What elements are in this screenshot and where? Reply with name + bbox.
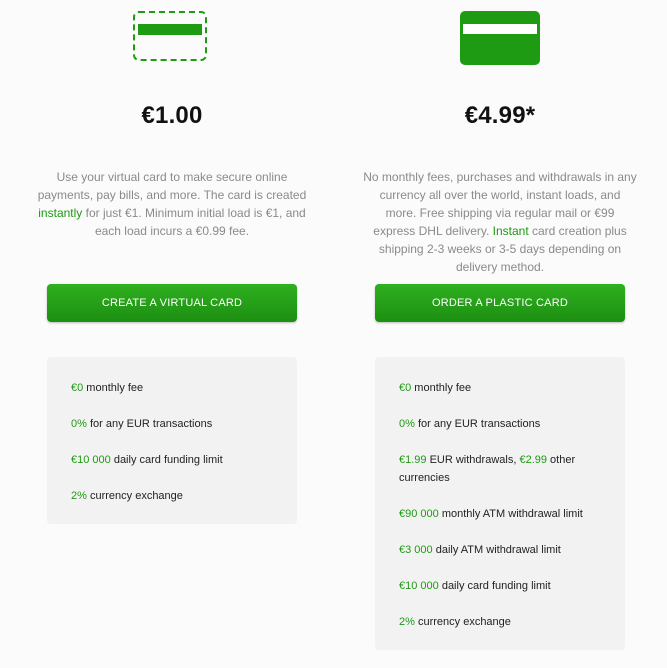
order-plastic-card-button[interactable]: ORDER A PLASTIC CARD — [375, 284, 625, 322]
feature-text: EUR withdrawals, — [426, 454, 520, 466]
plastic-card-features: €0 monthly fee 0% for any EUR transactio… — [375, 357, 625, 650]
virtual-card-price: €1.00 — [141, 102, 203, 129]
feature-item: 0% for any EUR transactions — [399, 415, 601, 433]
feature-value: €10 000 — [71, 454, 111, 466]
plastic-card-column: €4.99* No monthly fees, purchases and wi… — [363, 0, 637, 650]
create-virtual-card-button[interactable]: CREATE A VIRTUAL CARD — [47, 284, 297, 322]
card-stripe — [138, 24, 202, 35]
feature-text: for any EUR transactions — [86, 418, 213, 430]
feature-text: daily card funding limit — [110, 454, 223, 466]
feature-value: €2.99 — [519, 454, 547, 466]
virtual-card-icon — [133, 11, 207, 61]
feature-text: daily card funding limit — [438, 580, 551, 592]
description-text: Use your virtual card to make secure onl… — [37, 170, 307, 202]
feature-text: for any EUR transactions — [414, 418, 541, 430]
feature-value: €0 — [71, 382, 84, 394]
feature-text: daily ATM withdrawal limit — [432, 544, 561, 556]
feature-text: currency exchange — [414, 616, 511, 628]
virtual-card-features: €0 monthly fee 0% for any EUR transactio… — [47, 357, 297, 524]
virtual-card-column: €1.00 Use your virtual card to make secu… — [38, 0, 306, 524]
feature-text: currency exchange — [86, 490, 183, 502]
description-highlight: Instant — [492, 224, 529, 238]
feature-value: €90 000 — [399, 508, 439, 520]
feature-text: monthly fee — [411, 382, 472, 394]
feature-item: €1.99 EUR withdrawals, €2.99 other curre… — [399, 451, 601, 487]
description-highlight: instantly — [38, 206, 83, 220]
virtual-card-description: Use your virtual card to make secure onl… — [35, 168, 309, 240]
feature-value: 0% — [399, 418, 415, 430]
feature-item: €3 000 daily ATM withdrawal limit — [399, 541, 601, 559]
feature-item: €10 000 daily card funding limit — [71, 451, 273, 469]
feature-item: 0% for any EUR transactions — [71, 415, 273, 433]
plastic-card-icon — [460, 11, 540, 65]
feature-value: 0% — [71, 418, 87, 430]
feature-text: monthly fee — [83, 382, 144, 394]
feature-item: €10 000 daily card funding limit — [399, 577, 601, 595]
feature-value: €3 000 — [399, 544, 433, 556]
card-stripe — [463, 24, 537, 34]
feature-item: €0 monthly fee — [71, 379, 273, 397]
feature-item: 2% currency exchange — [71, 487, 273, 505]
feature-value: 2% — [399, 616, 415, 628]
feature-item: 2% currency exchange — [399, 613, 601, 631]
plastic-card-description: No monthly fees, purchases and withdrawa… — [363, 168, 637, 276]
plastic-card-price: €4.99* — [464, 102, 536, 129]
feature-value: €1.99 — [399, 454, 427, 466]
feature-item: €0 monthly fee — [399, 379, 601, 397]
feature-value: €10 000 — [399, 580, 439, 592]
feature-item: €90 000 monthly ATM withdrawal limit — [399, 505, 601, 523]
description-text: for just €1. Minimum initial load is €1,… — [82, 206, 306, 238]
plastic-card-icon-wrap — [375, 0, 625, 66]
feature-value: €0 — [399, 382, 412, 394]
feature-text: monthly ATM withdrawal limit — [438, 508, 583, 520]
virtual-card-icon-wrap — [47, 0, 297, 66]
feature-value: 2% — [71, 490, 87, 502]
